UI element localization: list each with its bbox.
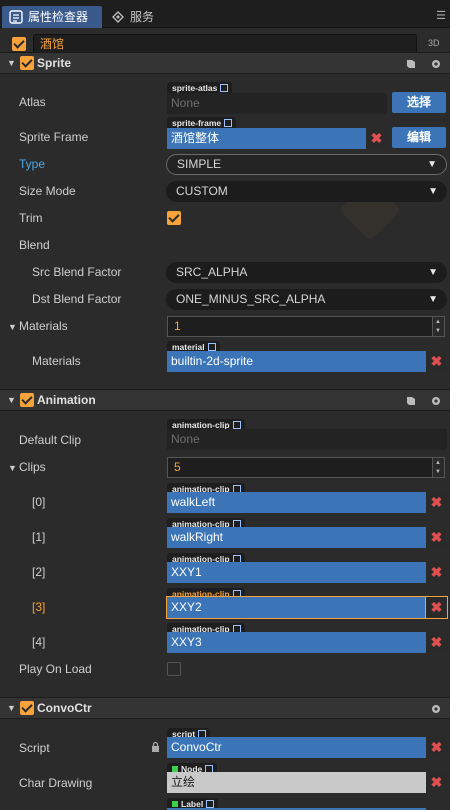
trim-checkbox[interactable] bbox=[167, 211, 181, 225]
convoctr-enabled-checkbox[interactable] bbox=[20, 701, 34, 715]
char-drawing-field[interactable]: 立绘 bbox=[167, 772, 426, 793]
src-blend-select[interactable]: SRC_ALPHA ▼ bbox=[166, 262, 447, 283]
gear-icon[interactable] bbox=[430, 703, 442, 715]
clips-count-input[interactable]: 5 bbox=[167, 457, 433, 478]
animation-section-header[interactable]: ▼ Animation bbox=[0, 389, 450, 411]
3d-toggle[interactable]: 3D bbox=[428, 38, 440, 48]
clear-clip-button[interactable]: ✖ bbox=[426, 632, 447, 653]
clip-index-label-selected: [3] bbox=[32, 600, 46, 614]
size-mode-label: Size Mode bbox=[19, 184, 76, 198]
panel-tab-bar: 属性检查器 服务 ☰ bbox=[0, 0, 450, 28]
clear-char-drawing-button[interactable]: ✖ bbox=[426, 772, 447, 793]
collapse-arrow-icon[interactable]: ▼ bbox=[7, 58, 16, 68]
clear-clip-button[interactable]: ✖ bbox=[426, 492, 447, 513]
sprite-section-title: Sprite bbox=[37, 56, 72, 70]
tab-services-label: 服务 bbox=[130, 10, 155, 24]
inspector-icon bbox=[9, 10, 23, 24]
dropdown-arrow-icon: ▼ bbox=[428, 294, 438, 305]
blend-label: Blend bbox=[19, 238, 50, 252]
animation-enabled-checkbox[interactable] bbox=[20, 393, 34, 407]
lock-icon bbox=[152, 742, 159, 752]
clip-field-selected[interactable]: XXY2 bbox=[166, 596, 427, 619]
sprite-frame-label: Sprite Frame bbox=[19, 130, 89, 144]
clips-label: Clips bbox=[19, 460, 46, 474]
material-field[interactable]: builtin-2d-sprite bbox=[167, 351, 426, 372]
materials-count-input[interactable]: 1 bbox=[167, 316, 433, 337]
open-link-icon[interactable] bbox=[220, 84, 229, 92]
tab-inspector[interactable]: 属性检查器 bbox=[2, 6, 102, 28]
default-clip-field[interactable]: None bbox=[167, 429, 447, 450]
sprite-enabled-checkbox[interactable] bbox=[20, 56, 34, 70]
type-select[interactable]: SIMPLE ▼ bbox=[166, 154, 447, 175]
panel-menu-icon[interactable]: ☰ bbox=[436, 9, 446, 22]
clip-index-label: [0] bbox=[32, 495, 46, 509]
gear-icon[interactable] bbox=[430, 395, 442, 407]
clip-field[interactable]: XXY3 bbox=[167, 632, 426, 653]
dropdown-arrow-icon: ▼ bbox=[428, 186, 438, 197]
node-active-checkbox[interactable] bbox=[12, 37, 26, 51]
materials-count-label: Materials bbox=[19, 319, 68, 333]
tab-inspector-label: 属性检查器 bbox=[28, 10, 89, 24]
materials-collapse-arrow-icon[interactable]: ▼ bbox=[8, 322, 17, 332]
clips-count-stepper[interactable]: ▲ ▼ bbox=[432, 457, 445, 478]
clear-sprite-frame-button[interactable]: ✖ bbox=[366, 128, 387, 149]
animation-section-title: Animation bbox=[37, 393, 96, 407]
sprite-frame-field[interactable]: 酒馆整体 bbox=[167, 128, 366, 149]
open-link-icon[interactable] bbox=[224, 119, 233, 127]
help-book-icon[interactable] bbox=[405, 395, 417, 407]
collapse-arrow-icon[interactable]: ▼ bbox=[7, 703, 16, 713]
clips-collapse-arrow-icon[interactable]: ▼ bbox=[8, 463, 17, 473]
dropdown-arrow-icon: ▼ bbox=[427, 159, 437, 170]
atlas-label: Atlas bbox=[19, 95, 46, 109]
atlas-select-button[interactable]: 选择 bbox=[392, 92, 446, 113]
gear-icon[interactable] bbox=[430, 58, 442, 70]
clear-clip-button[interactable]: ✖ bbox=[426, 562, 447, 583]
trim-label: Trim bbox=[19, 211, 43, 225]
convoctr-section-title: ConvoCtr bbox=[37, 701, 92, 715]
open-link-icon[interactable] bbox=[207, 343, 216, 351]
services-icon bbox=[112, 11, 124, 23]
materials-item-label: Materials bbox=[32, 354, 81, 368]
play-on-load-label: Play On Load bbox=[19, 662, 92, 676]
atlas-field[interactable]: None bbox=[167, 93, 387, 114]
clip-index-label: [2] bbox=[32, 565, 46, 579]
tab-services[interactable]: 服务 bbox=[104, 6, 174, 28]
clip-field[interactable]: XXY1 bbox=[167, 562, 426, 583]
clip-field[interactable]: walkLeft bbox=[167, 492, 426, 513]
default-clip-label: Default Clip bbox=[19, 433, 82, 447]
src-blend-label: Src Blend Factor bbox=[32, 265, 122, 279]
convoctr-section-header[interactable]: ▼ ConvoCtr bbox=[0, 697, 450, 719]
script-field[interactable]: ConvoCtr bbox=[167, 737, 426, 758]
clear-clip-button[interactable]: ✖ bbox=[426, 527, 447, 548]
help-book-icon[interactable] bbox=[405, 58, 417, 70]
play-on-load-checkbox[interactable] bbox=[167, 662, 181, 676]
node-icon bbox=[172, 801, 178, 807]
open-link-icon[interactable] bbox=[206, 800, 215, 808]
type-label: Type bbox=[19, 157, 46, 171]
materials-count-stepper[interactable]: ▲ ▼ bbox=[432, 316, 445, 337]
collapse-arrow-icon[interactable]: ▼ bbox=[7, 395, 16, 405]
dst-blend-label: Dst Blend Factor bbox=[32, 292, 122, 306]
dropdown-arrow-icon: ▼ bbox=[428, 267, 438, 278]
clip-field[interactable]: walkRight bbox=[167, 527, 426, 548]
clip-index-label: [4] bbox=[32, 635, 46, 649]
clip-index-label: [1] bbox=[32, 530, 46, 544]
size-mode-select[interactable]: CUSTOM ▼ bbox=[166, 181, 447, 202]
open-link-icon[interactable] bbox=[232, 421, 241, 429]
sprite-frame-edit-button[interactable]: 编辑 bbox=[392, 127, 446, 148]
clear-clip-button[interactable]: ✖ bbox=[425, 596, 448, 619]
script-label: Script bbox=[19, 741, 50, 755]
clear-material-button[interactable]: ✖ bbox=[426, 351, 447, 372]
dst-blend-select[interactable]: ONE_MINUS_SRC_ALPHA ▼ bbox=[166, 289, 447, 310]
clear-script-button[interactable]: ✖ bbox=[426, 737, 447, 758]
sprite-section-header[interactable]: ▼ Sprite bbox=[0, 52, 450, 74]
char-drawing-label: Char Drawing bbox=[19, 776, 93, 790]
